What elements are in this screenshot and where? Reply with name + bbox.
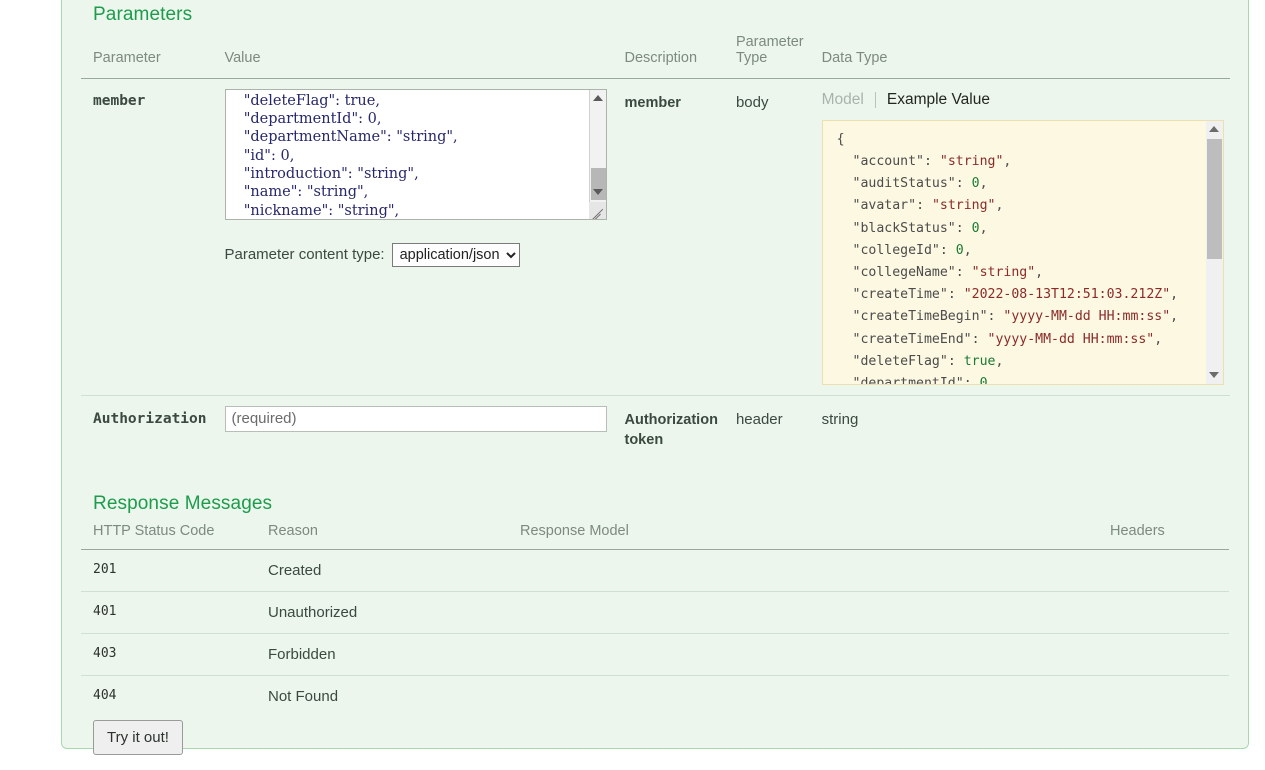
resize-grip-icon[interactable] — [589, 202, 606, 219]
response-messages-section: Response Messages HTTP Status Code Reaso… — [81, 493, 1229, 755]
tab-example-value[interactable]: Example Value — [876, 92, 990, 108]
table-row-member: member Parameter content type: — [81, 78, 1230, 395]
response-model-cell — [508, 676, 1098, 718]
response-model-cell — [508, 592, 1098, 634]
table-row: 404Not Found — [81, 676, 1229, 718]
header-reason: Reason — [256, 515, 508, 550]
response-table-header-row: HTTP Status Code Reason Response Model H… — [81, 515, 1229, 550]
response-reason-cell: Forbidden — [256, 634, 508, 676]
example-value-scrollbar[interactable] — [1206, 121, 1223, 384]
textarea-scrollbar[interactable] — [589, 90, 606, 219]
header-response-model: Response Model — [508, 515, 1098, 550]
parameter-type-member: body — [724, 78, 810, 395]
authorization-input[interactable] — [225, 406, 607, 432]
header-value: Value — [213, 26, 613, 78]
example-scroll-down-arrow-icon[interactable] — [1206, 367, 1223, 384]
response-code-cell: 201 — [81, 550, 256, 592]
response-code-cell: 401 — [81, 592, 256, 634]
example-scrollbar-thumb[interactable] — [1207, 139, 1222, 259]
response-code-cell: 403 — [81, 634, 256, 676]
parameter-value-authorization — [213, 395, 613, 461]
parameter-description-authorization: Authorization token — [613, 395, 724, 461]
tab-model[interactable]: Model — [822, 92, 876, 108]
response-messages-heading: Response Messages — [81, 493, 1229, 515]
response-reason-cell: Unauthorized — [256, 592, 508, 634]
response-headers-cell — [1098, 676, 1229, 718]
parameters-heading: Parameters — [81, 0, 1229, 26]
table-row: 201Created — [81, 550, 1229, 592]
header-data-type: Data Type — [810, 26, 1230, 78]
response-model-cell — [508, 550, 1098, 592]
response-code-cell: 404 — [81, 676, 256, 718]
parameters-table: Parameter Value Description Parameter Ty… — [81, 26, 1230, 461]
response-headers-cell — [1098, 550, 1229, 592]
parameter-data-type-member: Model Example Value { "account": "string… — [810, 78, 1230, 395]
parameter-name-member: member — [81, 78, 213, 395]
response-headers-cell — [1098, 592, 1229, 634]
try-it-out-button[interactable]: Try it out! — [93, 720, 183, 755]
scroll-down-arrow-icon[interactable] — [590, 184, 606, 201]
header-http-status-code: HTTP Status Code — [81, 515, 256, 550]
parameter-value-member: Parameter content type: application/json — [213, 78, 613, 395]
response-headers-cell — [1098, 634, 1229, 676]
response-model-cell — [508, 634, 1098, 676]
data-type-tabs: Model Example Value — [822, 89, 1224, 111]
table-row: 403Forbidden — [81, 634, 1229, 676]
content-type-select[interactable]: application/json — [392, 243, 520, 267]
example-value-box: { "account": "string", "auditStatus": 0,… — [822, 120, 1224, 385]
table-row: 401Unauthorized — [81, 592, 1229, 634]
header-description: Description — [613, 26, 724, 78]
header-parameter: Parameter — [81, 26, 213, 78]
parameter-data-type-authorization: string — [810, 395, 1230, 461]
parameter-name-authorization: Authorization — [81, 395, 213, 461]
response-messages-table: HTTP Status Code Reason Response Model H… — [81, 515, 1229, 717]
response-reason-cell: Not Found — [256, 676, 508, 718]
example-value-json: { "account": "string", "auditStatus": 0,… — [823, 121, 1223, 385]
header-headers: Headers — [1098, 515, 1229, 550]
table-row-authorization: Authorization Authorization token header… — [81, 395, 1230, 461]
response-reason-cell: Created — [256, 550, 508, 592]
parameters-table-header-row: Parameter Value Description Parameter Ty… — [81, 26, 1230, 78]
body-json-textarea[interactable] — [225, 89, 607, 220]
content-type-label: Parameter content type: — [225, 246, 385, 263]
content-type-row: Parameter content type: application/json — [225, 243, 607, 267]
operation-panel: Parameters Parameter Value Description P… — [61, 0, 1249, 749]
parameter-type-authorization: header — [724, 395, 810, 461]
body-editor — [225, 89, 607, 220]
header-parameter-type: Parameter Type — [724, 26, 810, 78]
example-scroll-up-arrow-icon[interactable] — [1206, 121, 1223, 138]
scroll-up-arrow-icon[interactable] — [590, 90, 606, 107]
parameter-description-member: member — [613, 78, 724, 395]
